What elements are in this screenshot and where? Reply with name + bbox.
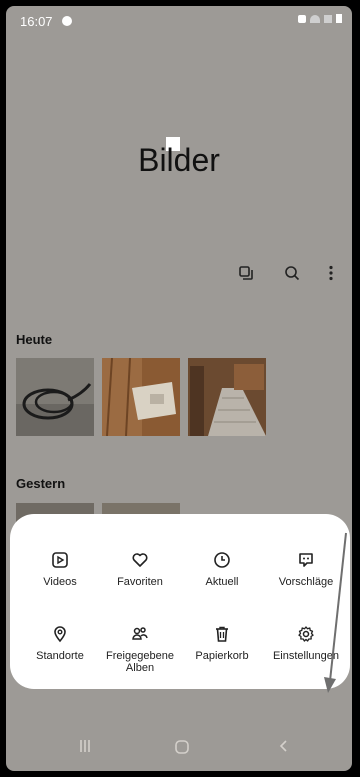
- section-gestern: Gestern: [16, 476, 66, 491]
- menu-label-aktuell: Aktuell: [205, 576, 239, 588]
- photo-box[interactable]: [102, 358, 180, 436]
- home-icon[interactable]: [174, 739, 190, 760]
- status-icons: [298, 14, 342, 23]
- suggestion-icon: [299, 553, 313, 567]
- recent-apps-icon[interactable]: [78, 739, 92, 758]
- menu-item-favoriten[interactable]: Favoriten: [98, 550, 182, 588]
- menu-item-videos[interactable]: Videos: [18, 550, 102, 588]
- trash-icon: [216, 626, 228, 642]
- more-options-icon[interactable]: [319, 261, 343, 285]
- menu-label-freigegebene-alben: Freigegebene Alben: [106, 650, 174, 674]
- status-bar: 16:07: [6, 6, 352, 32]
- signal-icon: [324, 14, 332, 23]
- back-icon[interactable]: [278, 739, 290, 758]
- menu-item-standorte[interactable]: Standorte: [18, 624, 102, 662]
- search-icon[interactable]: [280, 261, 304, 285]
- multi-select-icon[interactable]: [234, 261, 258, 285]
- album-menu-sheet: Videos Favoriten Aktuell Vorschläge Stan…: [10, 514, 350, 689]
- page-title: Bilder: [138, 142, 220, 178]
- notification-icon: [62, 16, 72, 26]
- photo-stairs[interactable]: [188, 358, 266, 436]
- play-icon: [52, 552, 68, 568]
- shared-albums-icon: [132, 627, 148, 640]
- heart-icon: [132, 553, 148, 567]
- photo-cable[interactable]: [16, 358, 94, 436]
- menu-label-standorte: Standorte: [36, 650, 84, 662]
- menu-item-aktuell[interactable]: Aktuell: [180, 550, 264, 588]
- gear-icon: [298, 626, 314, 642]
- clock-icon: [214, 552, 230, 568]
- menu-label-papierkorb: Papierkorb: [195, 650, 249, 662]
- menu-item-papierkorb[interactable]: Papierkorb: [180, 624, 264, 662]
- menu-label-favoriten: Favoriten: [117, 576, 163, 588]
- menu-label-videos: Videos: [43, 576, 77, 588]
- device-frame: 16:07 Bilder Heute Gestern Videos Favori…: [0, 0, 360, 777]
- wifi-icon: [310, 14, 320, 23]
- annotation-arrow: [324, 532, 347, 693]
- navigation-bar: [6, 723, 352, 771]
- alarm-icon: [298, 14, 306, 23]
- menu-item-freigegebene-alben[interactable]: Freigegebene Alben: [98, 624, 182, 674]
- screen: 16:07 Bilder Heute Gestern Videos Favori…: [6, 6, 352, 771]
- location-icon: [54, 626, 66, 643]
- battery-icon: [336, 14, 342, 23]
- status-time: 16:07: [20, 14, 53, 29]
- section-heute: Heute: [16, 332, 53, 347]
